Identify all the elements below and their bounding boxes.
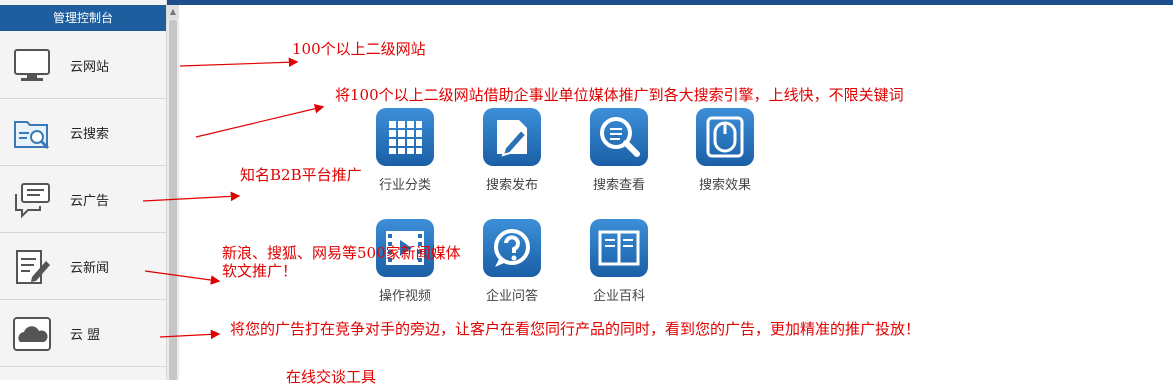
annotation-competitor-ads: 将您的广告打在竞争对手的旁边，让客户在看您同行产品的同时，看到您的广告，更加精准…	[230, 320, 921, 338]
annotation-b2b: 知名B2B平台推广	[240, 166, 362, 184]
arrow-news	[144, 270, 221, 285]
arrow-ads	[142, 191, 241, 202]
annotation-secondary-sites: 100个以上二级网站	[292, 40, 426, 58]
annotation-search-promotion: 将100个以上二级网站借助企事业单位媒体推广到各大搜索引擎，上线快，不限关键词	[335, 86, 904, 104]
arrow-alliance	[159, 329, 221, 340]
annotation-soft-article: 软文推广！	[222, 262, 298, 280]
annotation-chat-tool: 在线交谈工具	[286, 368, 377, 386]
arrow-search	[195, 103, 325, 138]
arrow-website	[179, 57, 299, 68]
